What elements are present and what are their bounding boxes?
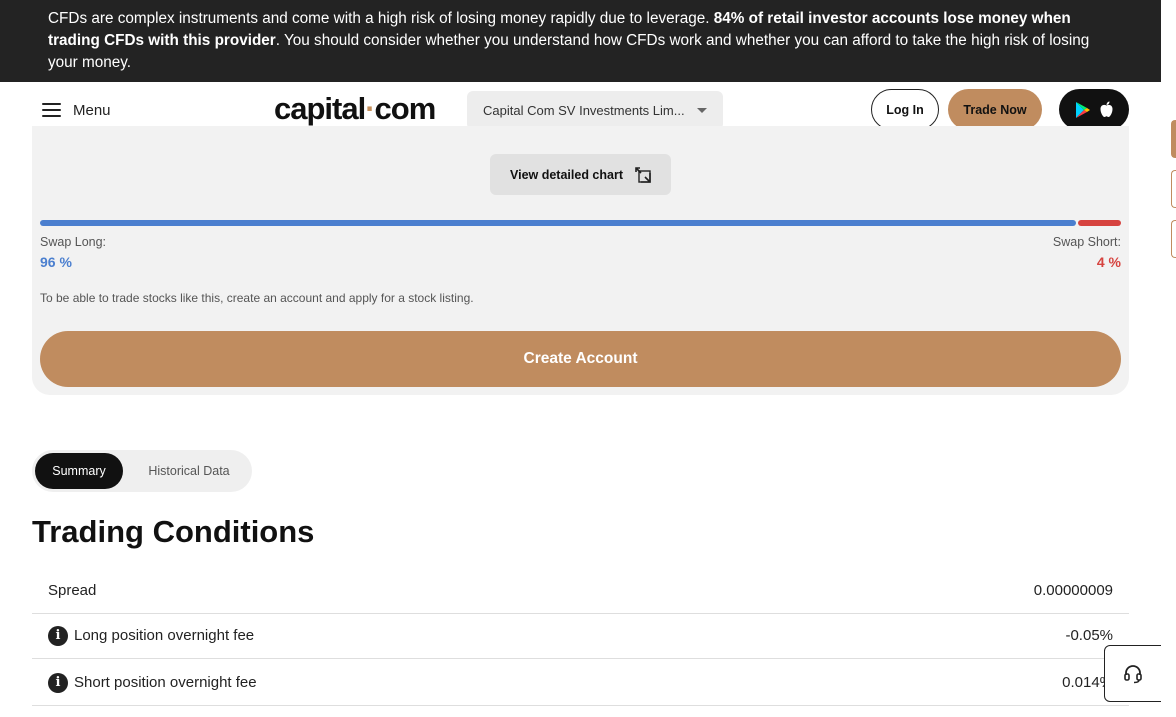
headset-icon — [1124, 664, 1142, 683]
app-store-links[interactable] — [1059, 89, 1129, 130]
expand-icon — [635, 166, 651, 183]
stock-listing-note: To be able to trade stocks like this, cr… — [40, 291, 474, 305]
swap-long-value: 96 % — [40, 254, 72, 270]
support-chat-button[interactable] — [1104, 645, 1162, 702]
tab-summary[interactable]: Summary — [35, 453, 123, 489]
summary-tabs: Summary Historical Data — [32, 450, 252, 492]
view-detailed-chart-button[interactable]: View detailed chart — [490, 154, 671, 195]
condition-value: 0.00000009 — [1033, 582, 1113, 599]
risk-warning-text: CFDs are complex instruments and come wi… — [48, 10, 714, 27]
side-tab-secondary[interactable] — [1171, 170, 1176, 208]
swap-short-bar — [1078, 220, 1121, 226]
trade-now-button[interactable]: Trade Now — [948, 89, 1042, 130]
hamburger-icon — [42, 103, 61, 117]
tab-historical-data[interactable]: Historical Data — [128, 453, 250, 489]
trading-conditions-title: Trading Conditions — [32, 514, 315, 549]
condition-label: Long position overnight fee — [74, 627, 255, 644]
create-account-button[interactable]: Create Account — [40, 331, 1121, 387]
menu-label: Menu — [73, 101, 111, 119]
capital-com-logo[interactable]: capital·com — [274, 91, 436, 127]
swap-sentiment-bar — [40, 220, 1121, 226]
google-play-icon[interactable] — [1075, 101, 1091, 119]
chevron-down-icon — [697, 108, 707, 113]
swap-long-bar — [40, 220, 1076, 226]
apple-icon[interactable] — [1099, 101, 1114, 118]
condition-label: Short position overnight fee — [74, 674, 257, 691]
side-tab-tertiary[interactable] — [1171, 220, 1176, 258]
swap-short-value: 4 % — [1096, 254, 1121, 270]
info-icon[interactable]: i — [48, 672, 68, 693]
swap-card: View detailed chart Swap Long: 96 % Swap… — [32, 126, 1129, 395]
entity-select-value: Capital Com SV Investments Lim... — [483, 103, 685, 118]
swap-long-label: Swap Long: — [40, 235, 107, 249]
entity-select[interactable]: Capital Com SV Investments Lim... — [467, 91, 723, 130]
condition-row-long-fee: i Long position overnight fee -0.05% — [32, 612, 1129, 659]
condition-row-spread: Spread 0.00000009 — [32, 567, 1129, 614]
swap-short-label: Swap Short: — [1052, 235, 1121, 249]
condition-label: Spread — [48, 582, 97, 599]
condition-row-short-fee: i Short position overnight fee 0.014% — [32, 659, 1129, 706]
risk-warning-banner: CFDs are complex instruments and come wi… — [0, 0, 1161, 82]
view-detailed-chart-label: View detailed chart — [509, 167, 623, 182]
side-tab-primary[interactable] — [1171, 120, 1176, 158]
info-icon[interactable]: i — [48, 625, 68, 646]
login-button[interactable]: Log In — [871, 89, 939, 130]
page-scrollbar[interactable] — [1161, 0, 1176, 717]
